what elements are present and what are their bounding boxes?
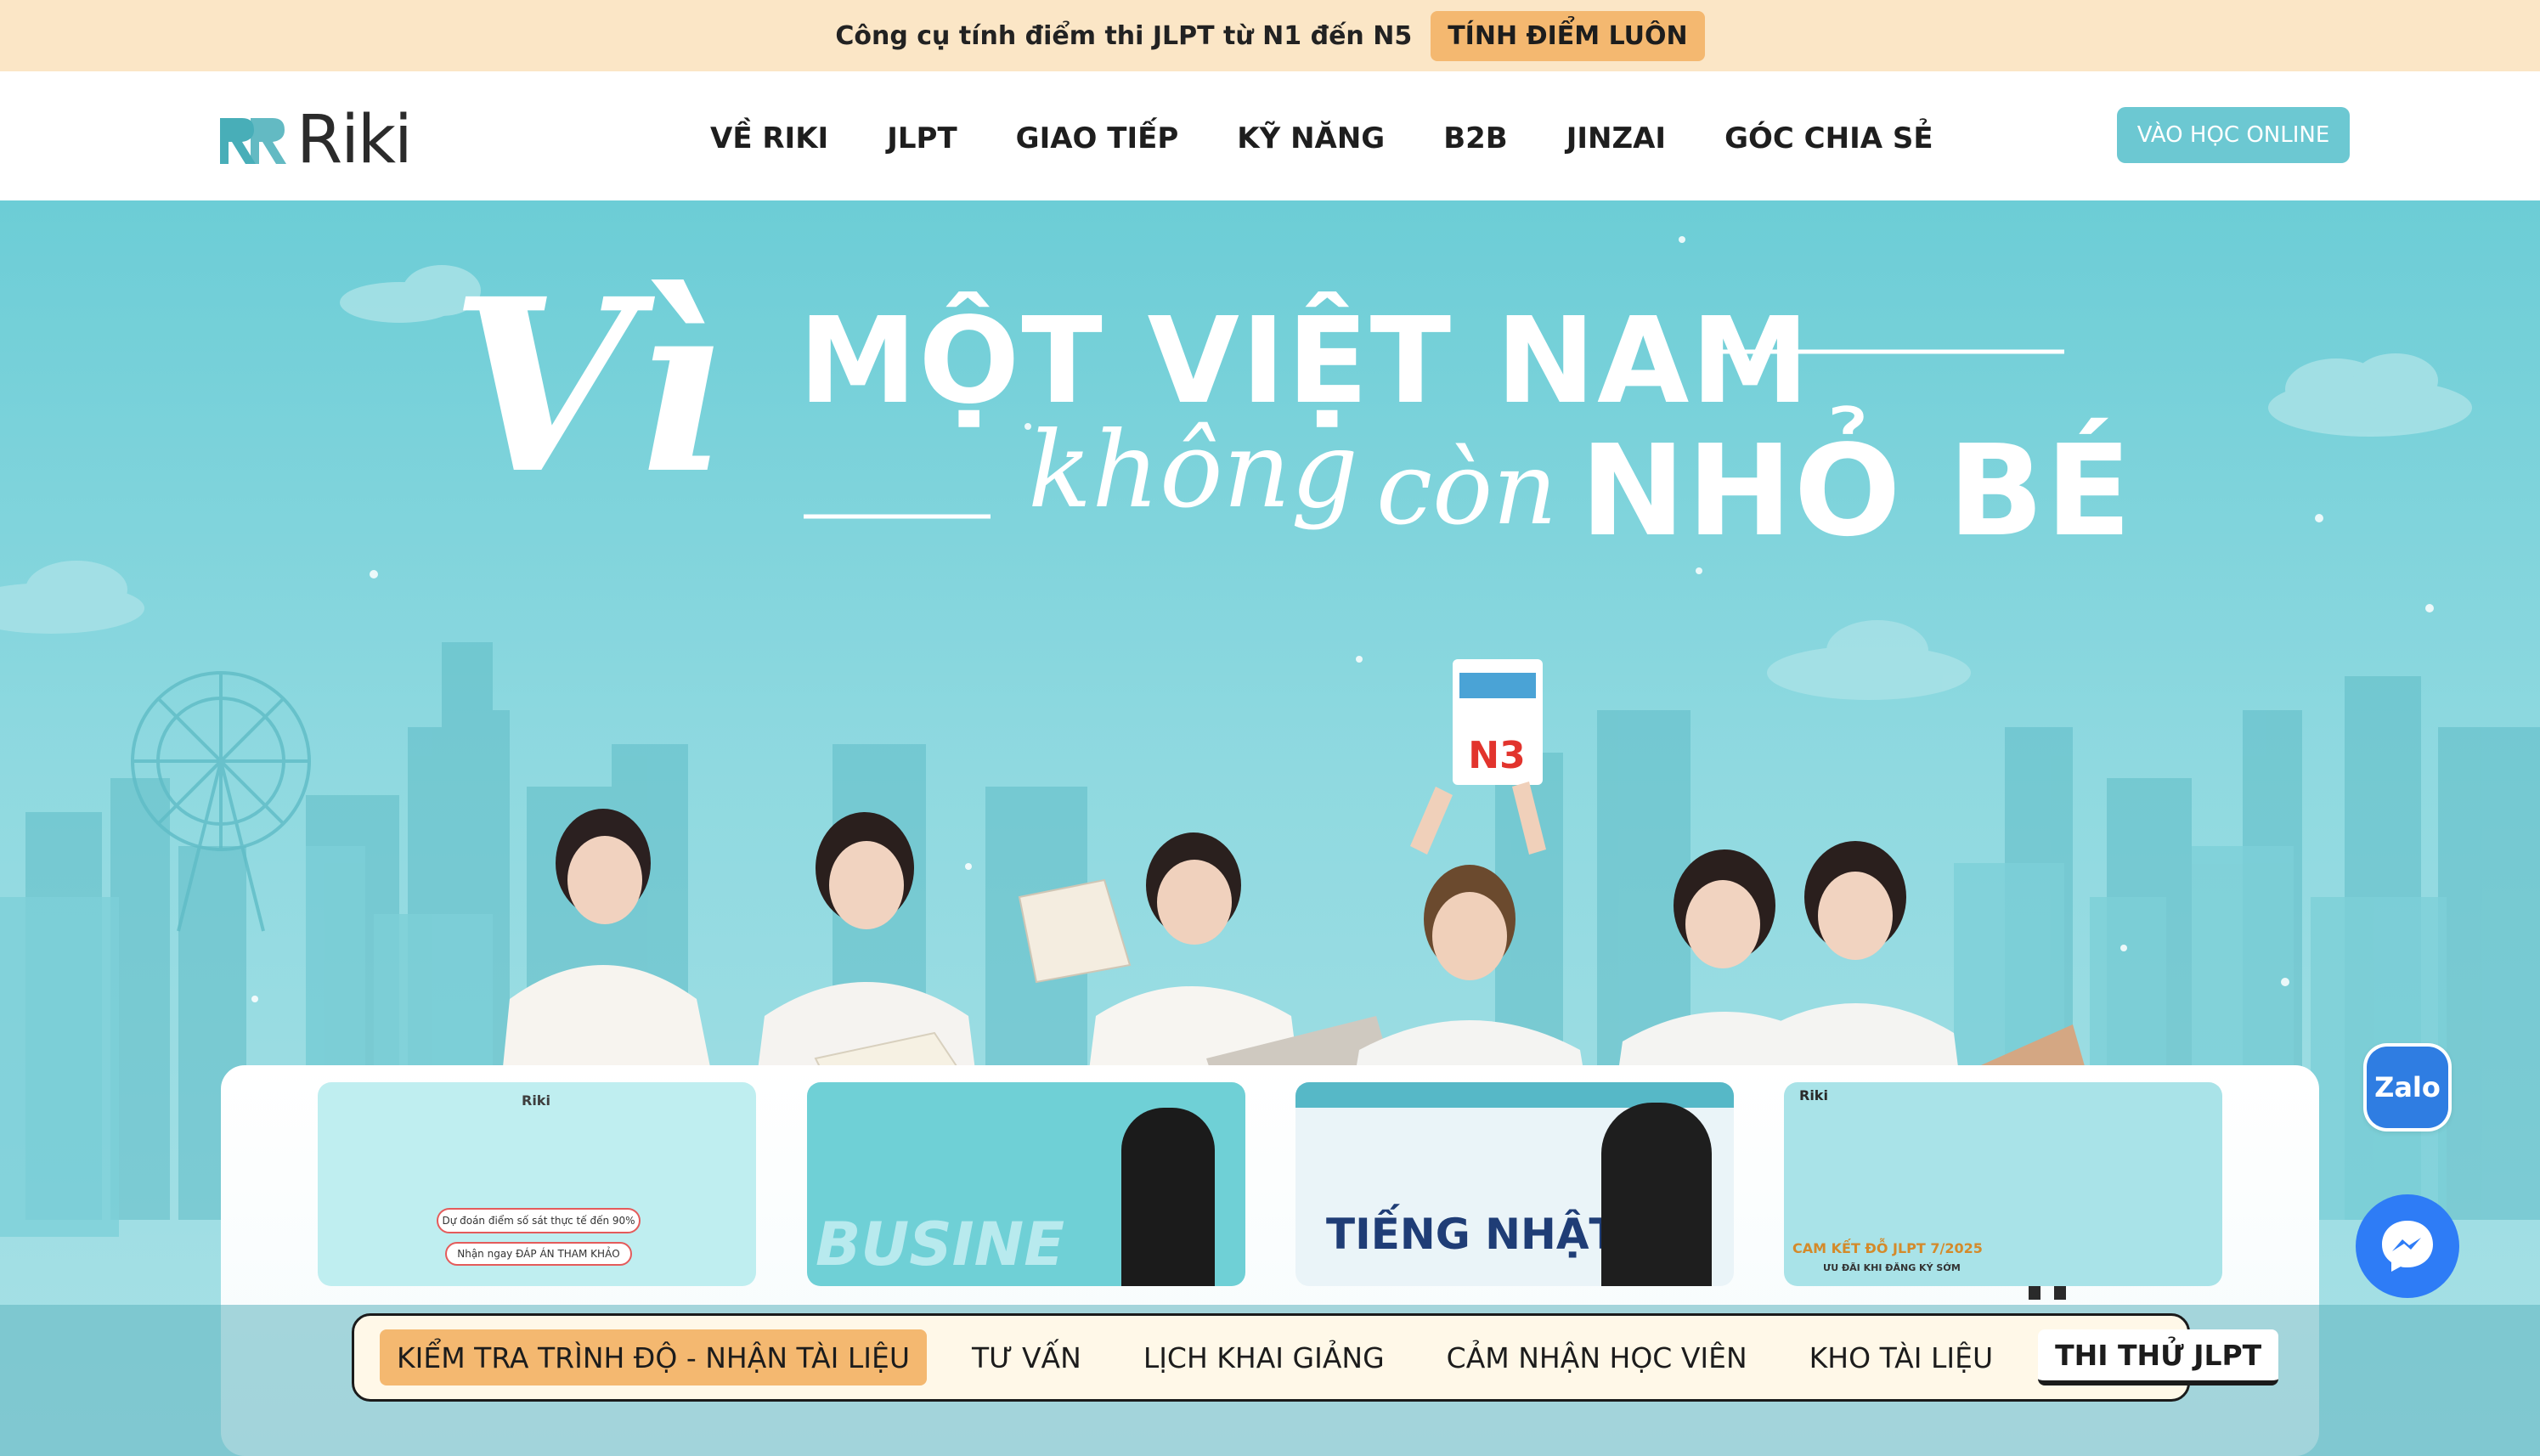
subnav-mock-exam[interactable]: THI THỬ JLPT [2038, 1329, 2279, 1385]
card-brand: Riki [1799, 1087, 1828, 1103]
card-big-text: BUSINE [816, 1210, 1065, 1279]
promo-bar: Công cụ tính điểm thi JLPT từ N1 đến N5 … [0, 0, 2540, 71]
section-subnav: KIỂM TRA TRÌNH ĐỘ - NHẬN TÀI LIỆU TƯ VẤN… [352, 1313, 2279, 1402]
main-nav: VỀ RIKI JLPT GIAO TIẾP KỸ NĂNG B2B JINZA… [710, 114, 1933, 163]
subnav-testimonials[interactable]: CẢM NHẬN HỌC VIÊN [1430, 1329, 1764, 1385]
nav-goc-chia-se[interactable]: GÓC CHIA SẺ [1724, 114, 1933, 163]
card-business[interactable]: BUSINE [807, 1082, 1245, 1286]
card-person [1121, 1108, 1215, 1286]
card-japanese[interactable]: TIẾNG NHẬT [1295, 1082, 1734, 1286]
zalo-chat-button[interactable]: Zalo [2363, 1043, 2452, 1132]
zalo-label: Zalo [2374, 1071, 2441, 1103]
card-big-text: TIẾNG NHẬT [1326, 1210, 1618, 1259]
card-pill: Dự đoán điểm số sát thực tế đến 90% [437, 1208, 641, 1233]
card-level-test[interactable]: Riki Dự đoán điểm số sát thực tế đến 90%… [318, 1082, 756, 1286]
messenger-chat-button[interactable] [2356, 1194, 2459, 1298]
card-brand: Riki [522, 1092, 550, 1109]
promo-text: Công cụ tính điểm thi JLPT từ N1 đến N5 [835, 20, 1413, 51]
nav-b2b[interactable]: B2B [1443, 114, 1508, 163]
card-subline: ƯU ĐÃI KHI ĐĂNG KÝ SỚM [1823, 1262, 1961, 1273]
book-label: N3 [1468, 734, 1525, 777]
card-headline: CAM KẾT ĐỖ JLPT 7/2025 [1792, 1240, 1983, 1256]
subnav-consult[interactable]: TƯ VẤN [955, 1329, 1098, 1385]
riki-logo[interactable]: Riki [217, 102, 413, 178]
site-header: Riki VỀ RIKI JLPT GIAO TIẾP KỸ NĂNG B2B … [0, 71, 2540, 200]
learn-online-button[interactable]: VÀO HỌC ONLINE [2117, 107, 2350, 163]
nav-ve-riki[interactable]: VỀ RIKI [710, 114, 828, 163]
hero-title-line1: MỘT VIỆT NAM [799, 292, 1811, 431]
calculate-score-button[interactable]: TÍNH ĐIỂM LUÔN [1431, 10, 1705, 61]
subnav-level-test[interactable]: KIỂM TRA TRÌNH ĐỘ - NHẬN TÀI LIỆU [380, 1329, 928, 1385]
hero-title-script-a: không [1028, 409, 1358, 532]
messenger-icon [2382, 1221, 2433, 1272]
card-pill-2: Nhận ngay ĐÁP ÁN THAM KHẢO [445, 1242, 632, 1266]
hero-title-line2-bold: NHỎ BÉ [1580, 418, 2133, 564]
nav-giao-tiep[interactable]: GIAO TIẾP [1016, 114, 1179, 163]
hero-title-script-b: còn [1376, 430, 1558, 547]
card-person [1601, 1103, 1712, 1286]
zalo-icon: Zalo [2367, 1047, 2448, 1128]
logo-text: Riki [296, 102, 413, 178]
riki-logo-icon [220, 118, 286, 164]
hero-title-vi: Vì [450, 247, 725, 527]
subnav-resources[interactable]: KHO TÀI LIỆU [1792, 1329, 2010, 1385]
nav-jinzai[interactable]: JINZAI [1566, 114, 1666, 163]
nav-jlpt[interactable]: JLPT [887, 114, 957, 163]
card-jlpt-promo[interactable]: Riki CAM KẾT ĐỖ JLPT 7/2025 ƯU ĐÃI KHI Đ… [1784, 1082, 2222, 1286]
subnav-schedule[interactable]: LỊCH KHAI GIẢNG [1126, 1329, 1402, 1385]
nav-ky-nang[interactable]: KỸ NĂNG [1237, 114, 1385, 163]
